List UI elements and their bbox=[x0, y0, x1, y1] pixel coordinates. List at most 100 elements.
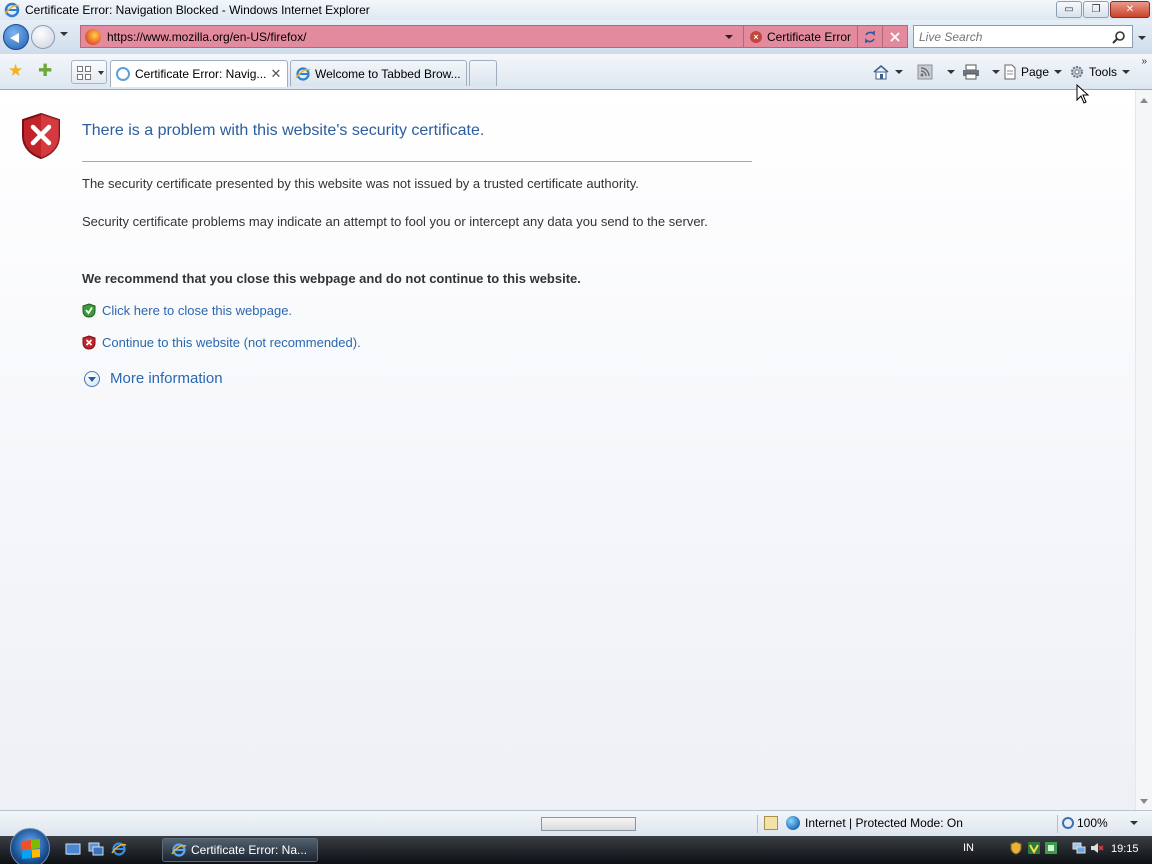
error-shield-icon bbox=[22, 112, 60, 160]
close-webpage-link[interactable]: Click here to close this webpage. bbox=[82, 303, 292, 318]
zone-label: Internet | Protected Mode: On bbox=[805, 816, 963, 830]
title-bar: Certificate Error: Navigation Blocked - … bbox=[0, 0, 1152, 20]
system-clock[interactable]: 19:15 bbox=[1111, 843, 1139, 855]
zoom-level: 100% bbox=[1077, 816, 1108, 830]
certificate-error-label: Certificate Error bbox=[766, 29, 851, 44]
security-zone[interactable]: Internet | Protected Mode: On bbox=[764, 816, 963, 830]
refresh-icon bbox=[865, 30, 875, 43]
internet-explorer-quicklaunch-icon[interactable] bbox=[111, 841, 127, 857]
search-options-dropdown-icon[interactable] bbox=[1138, 36, 1146, 40]
gear-icon bbox=[1071, 66, 1083, 78]
address-bar[interactable]: https://www.mozilla.org/en-US/firefox/ ×… bbox=[80, 25, 908, 48]
internet-globe-icon bbox=[786, 816, 800, 830]
new-tab-button[interactable] bbox=[469, 60, 497, 86]
refresh-button[interactable] bbox=[857, 26, 882, 47]
print-dropdown-icon[interactable] bbox=[992, 70, 1000, 74]
vertical-scrollbar[interactable] bbox=[1135, 90, 1152, 810]
search-box[interactable] bbox=[913, 25, 1133, 48]
tab-welcome[interactable]: Welcome to Tabbed Brow... bbox=[290, 60, 467, 86]
heading-divider bbox=[82, 161, 752, 162]
feeds-dropdown-icon[interactable] bbox=[947, 70, 955, 74]
error-warning: Security certificate problems may indica… bbox=[82, 214, 708, 229]
home-icon bbox=[873, 64, 889, 80]
network-tray-icon[interactable] bbox=[1072, 841, 1086, 855]
firefox-favicon-icon bbox=[85, 28, 101, 45]
tools-menu-label: Tools bbox=[1089, 65, 1118, 79]
ie-logo-icon bbox=[4, 2, 20, 18]
home-button[interactable] bbox=[872, 62, 903, 82]
address-url[interactable]: https://www.mozilla.org/en-US/firefox/ bbox=[107, 30, 725, 44]
close-webpage-link-label[interactable]: Click here to close this webpage. bbox=[102, 303, 292, 318]
antivirus-tray-icon[interactable] bbox=[1027, 841, 1041, 855]
page-menu-label: Page bbox=[1021, 65, 1050, 79]
close-tab-icon[interactable]: ✕ bbox=[268, 66, 284, 82]
address-dropdown-icon[interactable] bbox=[724, 34, 733, 39]
mouse-cursor-icon bbox=[1076, 84, 1090, 104]
stop-button[interactable] bbox=[882, 26, 907, 47]
page-icon bbox=[1004, 64, 1016, 80]
tab-label: Welcome to Tabbed Brow... bbox=[315, 66, 461, 81]
certificate-error-button[interactable]: × Certificate Error bbox=[742, 26, 857, 47]
back-button[interactable] bbox=[3, 24, 29, 50]
start-button[interactable] bbox=[10, 828, 50, 864]
page-dropdown-icon bbox=[1054, 70, 1063, 74]
loading-icon bbox=[116, 67, 130, 81]
stop-icon bbox=[890, 31, 900, 42]
tab-list-dropdown-icon[interactable] bbox=[98, 71, 104, 75]
home-dropdown-icon[interactable] bbox=[895, 70, 903, 74]
favorites-center-icon[interactable]: ★ bbox=[8, 62, 23, 79]
page-content bbox=[0, 90, 1135, 810]
zone-lock-icon bbox=[764, 816, 778, 830]
tab-label: Certificate Error: Navig... bbox=[135, 67, 267, 81]
printer-icon bbox=[963, 64, 979, 80]
certificate-error-icon: × bbox=[749, 30, 762, 43]
tools-dropdown-icon bbox=[1122, 70, 1131, 74]
tab-certificate-error[interactable]: Certificate Error: Navig... ✕ bbox=[110, 60, 288, 87]
update-tray-icon[interactable] bbox=[1044, 841, 1058, 855]
language-indicator[interactable]: IN bbox=[963, 842, 974, 854]
show-desktop-icon[interactable] bbox=[65, 841, 81, 857]
search-icon[interactable] bbox=[1112, 30, 1126, 44]
status-bar: Internet | Protected Mode: On 100% bbox=[0, 810, 1152, 836]
quick-tabs-button[interactable] bbox=[71, 60, 107, 84]
status-divider bbox=[1057, 815, 1058, 833]
print-button[interactable] bbox=[962, 62, 1000, 82]
taskbar-window-label: Certificate Error: Na... bbox=[191, 843, 308, 857]
progress-bar bbox=[541, 817, 636, 831]
tools-menu-button[interactable]: Tools bbox=[1069, 62, 1131, 82]
continue-to-website-link[interactable]: Continue to this website (not recommende… bbox=[82, 335, 361, 350]
continue-link-label[interactable]: Continue to this website (not recommende… bbox=[102, 335, 361, 350]
more-information-label[interactable]: More information bbox=[110, 370, 223, 387]
error-description: The security certificate presented by th… bbox=[82, 176, 639, 191]
security-shield-tray-icon[interactable] bbox=[1009, 841, 1023, 855]
minimize-button[interactable]: ▭ bbox=[1056, 1, 1082, 18]
windows-logo-icon bbox=[22, 839, 40, 859]
zoom-dropdown-icon[interactable] bbox=[1129, 821, 1138, 825]
red-shield-x-icon bbox=[82, 335, 96, 350]
page-menu-button[interactable]: Page bbox=[1003, 62, 1063, 82]
taskbar-ie-window-button[interactable]: Certificate Error: Na... bbox=[162, 838, 318, 862]
window-title: Certificate Error: Navigation Blocked - … bbox=[25, 3, 370, 17]
recommendation-text: We recommend that you close this webpage… bbox=[82, 271, 581, 286]
error-heading: There is a problem with this website's s… bbox=[82, 122, 485, 139]
rss-feed-icon bbox=[917, 64, 933, 80]
recent-pages-dropdown-icon[interactable] bbox=[60, 32, 68, 36]
ie-taskbar-icon bbox=[171, 843, 187, 857]
switch-windows-icon[interactable] bbox=[88, 841, 104, 857]
scroll-up-arrow-icon[interactable] bbox=[1140, 98, 1148, 103]
add-to-favorites-icon[interactable]: ✚ bbox=[38, 62, 52, 79]
zoom-magnifier-icon bbox=[1062, 817, 1074, 829]
feeds-button[interactable] bbox=[917, 62, 955, 82]
zoom-control[interactable]: 100% bbox=[1062, 816, 1138, 830]
close-window-button[interactable]: ✕ bbox=[1110, 1, 1150, 18]
forward-button[interactable] bbox=[31, 25, 55, 49]
scroll-down-arrow-icon[interactable] bbox=[1140, 799, 1148, 804]
search-input[interactable] bbox=[919, 29, 1112, 44]
tab-toolbar: ★ ✚ Certificate Error: Navig... ✕ Welcom… bbox=[0, 54, 1152, 90]
volume-muted-icon[interactable] bbox=[1090, 841, 1104, 855]
more-information-toggle[interactable]: More information bbox=[84, 370, 223, 387]
status-divider bbox=[757, 815, 758, 833]
address-toolbar: https://www.mozilla.org/en-US/firefox/ ×… bbox=[0, 20, 1152, 54]
toolbar-overflow-chevron-icon[interactable]: » bbox=[1141, 56, 1147, 67]
maximize-button[interactable]: ❐ bbox=[1083, 1, 1109, 18]
